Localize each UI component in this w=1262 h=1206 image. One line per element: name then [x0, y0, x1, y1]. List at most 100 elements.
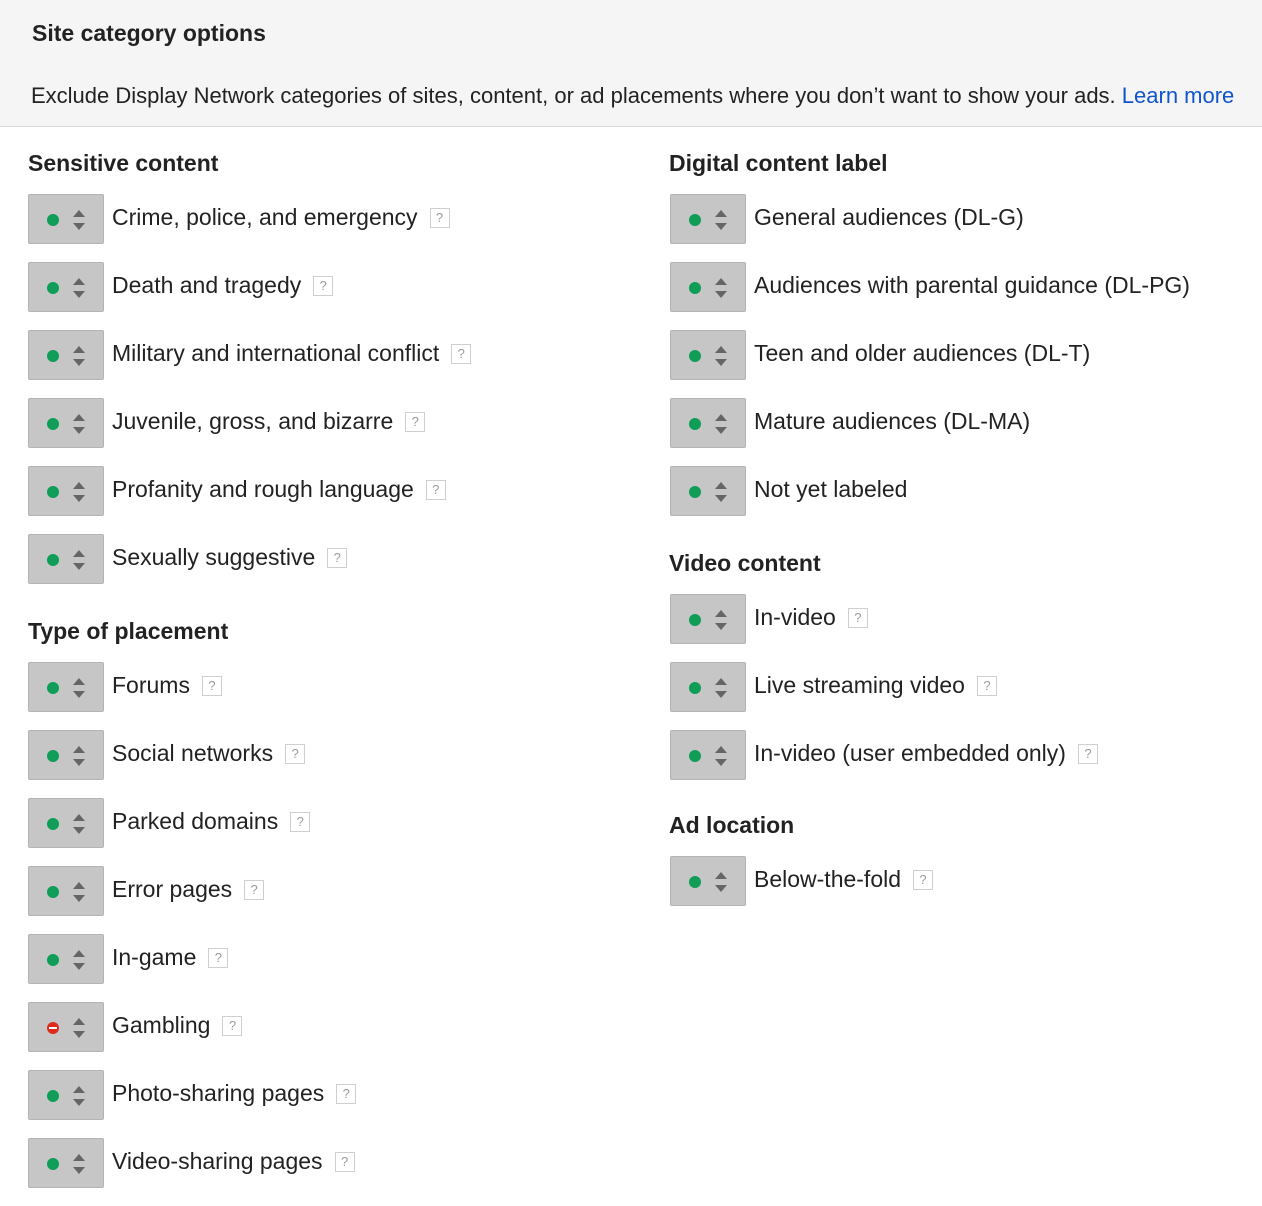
option-label: In-video (user embedded only): [754, 740, 1066, 766]
option-label-container: Video-sharing pages?: [112, 1148, 355, 1175]
status-toggle-audiences-with-parental-guidance-dl-pg[interactable]: [670, 262, 746, 312]
option-label-container: Below-the-fold?: [754, 866, 934, 893]
status-toggle-in-video[interactable]: [670, 594, 746, 644]
status-toggle-crime-police-and-emergency[interactable]: [28, 194, 104, 244]
option-label-container: Juvenile, gross, and bizarre?: [112, 408, 426, 435]
help-icon[interactable]: ?: [327, 547, 348, 568]
status-toggle-mature-audiences-dl-ma[interactable]: [670, 398, 746, 448]
help-icon[interactable]: ?: [336, 1083, 357, 1104]
status-toggle-in-video-user-embedded-only[interactable]: [670, 730, 746, 780]
status-toggle-death-and-tragedy[interactable]: [28, 262, 104, 312]
status-toggle-in-game[interactable]: [28, 934, 104, 984]
option-label-container: Not yet labeled: [754, 476, 907, 503]
up-down-arrows-icon: [73, 346, 85, 366]
enabled-status-icon: [47, 750, 59, 762]
section-title-video-content: Video content: [669, 550, 821, 576]
up-down-arrows-icon: [715, 414, 727, 434]
option-label: Mature audiences (DL-MA): [754, 408, 1031, 434]
help-icon[interactable]: ?: [285, 743, 306, 764]
help-icon[interactable]: ?: [208, 947, 229, 968]
option-row-military-and-international-conflict: Military and international conflict?: [28, 330, 628, 380]
up-down-arrows-icon: [715, 278, 727, 298]
help-icon[interactable]: ?: [913, 869, 934, 890]
option-label-container: Military and international conflict?: [112, 340, 472, 367]
page-description: Exclude Display Network categories of si…: [31, 83, 1234, 109]
enabled-status-icon: [47, 214, 59, 226]
status-toggle-not-yet-labeled[interactable]: [670, 466, 746, 516]
learn-more-link[interactable]: Learn more: [1122, 83, 1235, 108]
enabled-status-icon: [47, 350, 59, 362]
option-row-death-and-tragedy: Death and tragedy?: [28, 262, 628, 312]
option-row-profanity-and-rough-language: Profanity and rough language?: [28, 466, 628, 516]
option-row-social-networks: Social networks?: [28, 730, 628, 780]
help-icon[interactable]: ?: [290, 811, 311, 832]
help-icon[interactable]: ?: [222, 1015, 243, 1036]
option-label-container: Live streaming video?: [754, 672, 997, 699]
help-icon[interactable]: ?: [201, 675, 222, 696]
option-row-audiences-with-parental-guidance-dl-pg: Audiences with parental guidance (DL-PG): [670, 262, 1262, 312]
option-label-container: In-video?: [754, 604, 868, 631]
enabled-status-icon: [47, 282, 59, 294]
help-icon[interactable]: ?: [405, 411, 426, 432]
up-down-arrows-icon: [73, 882, 85, 902]
status-toggle-error-pages[interactable]: [28, 866, 104, 916]
option-row-in-video: In-video?: [670, 594, 1262, 644]
status-toggle-photo-sharing-pages[interactable]: [28, 1070, 104, 1120]
up-down-arrows-icon: [73, 950, 85, 970]
option-label-container: Parked domains?: [112, 808, 311, 835]
help-icon[interactable]: ?: [451, 343, 472, 364]
option-label: Audiences with parental guidance (DL-PG): [754, 272, 1190, 298]
help-icon[interactable]: ?: [847, 607, 868, 628]
up-down-arrows-icon: [73, 278, 85, 298]
status-toggle-forums[interactable]: [28, 662, 104, 712]
help-icon[interactable]: ?: [1077, 743, 1098, 764]
option-label: Military and international conflict: [112, 340, 440, 366]
up-down-arrows-icon: [73, 1086, 85, 1106]
description-text: Exclude Display Network categories of si…: [31, 83, 1122, 108]
help-icon[interactable]: ?: [425, 479, 446, 500]
option-label: In-game: [112, 944, 197, 970]
help-icon[interactable]: ?: [976, 675, 997, 696]
option-row-video-sharing-pages: Video-sharing pages?: [28, 1138, 628, 1188]
status-toggle-video-sharing-pages[interactable]: [28, 1138, 104, 1188]
status-toggle-social-networks[interactable]: [28, 730, 104, 780]
enabled-status-icon: [47, 1158, 59, 1170]
status-toggle-parked-domains[interactable]: [28, 798, 104, 848]
option-row-below-the-fold: Below-the-fold?: [670, 856, 1262, 906]
status-toggle-live-streaming-video[interactable]: [670, 662, 746, 712]
status-toggle-juvenile-gross-and-bizarre[interactable]: [28, 398, 104, 448]
up-down-arrows-icon: [73, 550, 85, 570]
excluded-status-icon: [47, 1022, 59, 1034]
status-toggle-profanity-and-rough-language[interactable]: [28, 466, 104, 516]
option-row-error-pages: Error pages?: [28, 866, 628, 916]
option-label: Death and tragedy: [112, 272, 302, 298]
status-toggle-military-and-international-conflict[interactable]: [28, 330, 104, 380]
status-toggle-general-audiences-dl-g[interactable]: [670, 194, 746, 244]
up-down-arrows-icon: [715, 210, 727, 230]
option-label: Teen and older audiences (DL-T): [754, 340, 1091, 366]
status-toggle-below-the-fold[interactable]: [670, 856, 746, 906]
up-down-arrows-icon: [73, 414, 85, 434]
option-label: Profanity and rough language: [112, 476, 414, 502]
enabled-status-icon: [689, 282, 701, 294]
option-label: Gambling: [112, 1012, 211, 1038]
status-toggle-gambling[interactable]: [28, 1002, 104, 1052]
option-label-container: Death and tragedy?: [112, 272, 334, 299]
status-toggle-teen-and-older-audiences-dl-t[interactable]: [670, 330, 746, 380]
enabled-status-icon: [47, 818, 59, 830]
option-label: Sexually suggestive: [112, 544, 316, 570]
help-icon[interactable]: ?: [313, 275, 334, 296]
help-icon[interactable]: ?: [429, 207, 450, 228]
status-toggle-sexually-suggestive[interactable]: [28, 534, 104, 584]
page-header: Site category options Exclude Display Ne…: [0, 0, 1262, 127]
option-label-container: Mature audiences (DL-MA): [754, 408, 1030, 435]
option-label-container: Audiences with parental guidance (DL-PG): [754, 272, 1190, 299]
option-row-gambling: Gambling?: [28, 1002, 628, 1052]
enabled-status-icon: [689, 682, 701, 694]
help-icon[interactable]: ?: [244, 879, 265, 900]
option-label-container: General audiences (DL-G): [754, 204, 1024, 231]
help-icon[interactable]: ?: [334, 1151, 355, 1172]
option-label-container: Social networks?: [112, 740, 306, 767]
option-label: Forums: [112, 672, 190, 698]
enabled-status-icon: [47, 1090, 59, 1102]
